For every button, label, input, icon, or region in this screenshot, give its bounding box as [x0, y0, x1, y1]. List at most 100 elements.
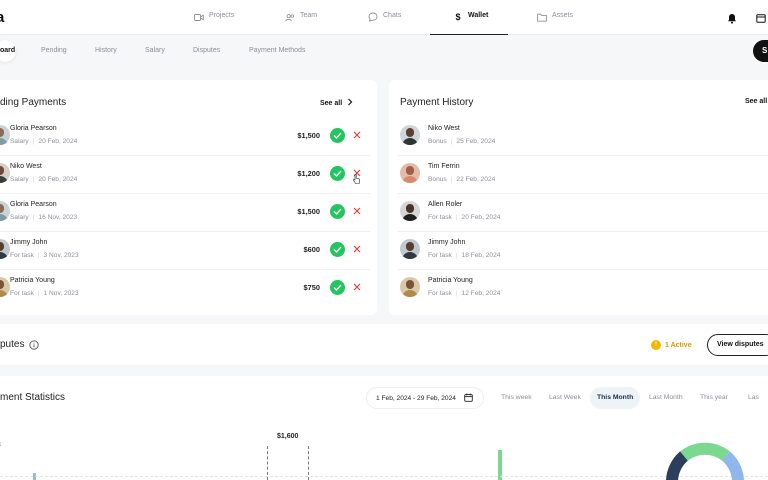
app-logo: a — [0, 9, 5, 26]
subtab-dashboard-label[interactable]: oard — [0, 47, 15, 54]
active-badge-label: 1 Active — [665, 341, 692, 349]
dollar-icon: $ — [455, 12, 461, 22]
payment-date: 1 Nov, 2023 — [43, 290, 79, 297]
coin-icon: ! — [651, 340, 661, 350]
primary-action-button[interactable]: S — [753, 40, 768, 62]
list-item: Gloria Pearson Salary | 16 Nov, 2023 $1,50… — [0, 193, 377, 230]
payment-type: Salary — [10, 138, 29, 145]
nav-team[interactable]: Team — [285, 12, 317, 35]
info-icon[interactable] — [29, 340, 39, 352]
approve-button[interactable] — [330, 128, 345, 143]
period-this-year[interactable]: This year — [700, 394, 728, 401]
payment-date: 16 Nov, 2023 — [38, 214, 78, 221]
check-icon — [333, 132, 342, 139]
calendar-icon — [464, 393, 473, 404]
period-this-month[interactable]: This Month — [597, 394, 633, 401]
disputes-title: putes — [0, 339, 25, 350]
subtab-pending[interactable]: Pending — [41, 47, 67, 54]
pending-payments-title: ding Payments — [0, 97, 67, 108]
check-icon — [333, 170, 342, 177]
payment-type: Salary — [10, 176, 29, 183]
list-item: Allen Roler For task | 20 Feb, 2024 — [390, 193, 768, 230]
payment-history-title: Payment History — [400, 97, 474, 108]
period-last-week[interactable]: Last Week — [549, 394, 581, 401]
subtab-disputes[interactable]: Disputes — [193, 47, 220, 54]
payment-meta: Salary | 20 Feb, 2024 — [10, 138, 78, 145]
nav-chats-label: Chats — [383, 12, 402, 19]
payment-date: 20 Feb, 2024 — [461, 214, 501, 221]
payment-type: Bonus — [428, 138, 447, 145]
nav-wallet[interactable]: $ Wallet — [430, 12, 508, 35]
approve-button[interactable] — [330, 242, 345, 257]
payee-name: Patricia Young — [10, 277, 55, 284]
payment-type: For task — [428, 214, 452, 221]
team-icon — [285, 12, 295, 22]
avatar — [0, 277, 10, 297]
list-item: Patricia Young For task | 12 Feb, 2024 — [390, 269, 768, 306]
payment-meta: For task | 1 Nov, 2023 — [10, 290, 79, 297]
see-all-label: See all — [320, 99, 343, 107]
chart-hover-range — [267, 446, 309, 480]
reject-button[interactable] — [352, 130, 362, 140]
reject-button[interactable] — [352, 206, 362, 216]
view-disputes-button[interactable]: View disputes — [707, 334, 768, 356]
payment-meta: Salary | 16 Nov, 2023 — [10, 214, 78, 221]
payment-meta: For task | 3 Nov, 2023 — [10, 252, 79, 259]
payee-name: Niko West — [10, 163, 42, 170]
payment-type: For task — [10, 290, 34, 297]
payment-amount: $1,200 — [297, 169, 320, 178]
avatar — [400, 239, 420, 259]
payee-name: Jimmy John — [428, 239, 466, 246]
payee-name: Allen Roler — [428, 201, 463, 208]
approve-button[interactable] — [330, 166, 345, 181]
nav-team-label: Team — [300, 12, 318, 19]
date-range-picker[interactable]: 1 Feb, 2024 - 29 Feb, 2024 — [366, 387, 484, 409]
bell-icon[interactable] — [726, 12, 738, 24]
payment-type: For task — [428, 252, 452, 259]
date-range-label: 1 Feb, 2024 - 29 Feb, 2024 — [376, 394, 456, 402]
history-see-all-link[interactable]: See all — [745, 98, 767, 105]
approve-button[interactable] — [330, 280, 345, 295]
subtab-payment-methods[interactable]: Payment Methods — [249, 47, 305, 54]
nav-projects-label: Projects — [209, 12, 235, 19]
reject-button[interactable] — [352, 244, 362, 254]
payment-meta: For task | 20 Feb, 2024 — [428, 214, 501, 221]
avatar — [0, 201, 10, 221]
close-icon — [353, 283, 361, 291]
payment-meta: Bonus | 22 Feb, 2024 — [428, 176, 496, 183]
active-disputes-badge: ! 1 Active — [651, 337, 692, 353]
payment-date: 20 Feb, 2024 — [38, 138, 78, 145]
period-this-week[interactable]: This week — [501, 394, 532, 401]
nav-chats[interactable]: Chats — [368, 12, 401, 35]
list-item: Jimmy John For task | 18 Feb, 2024 — [390, 231, 768, 268]
video-icon — [194, 12, 204, 22]
avatar — [0, 163, 10, 183]
chart-gridline — [0, 476, 768, 477]
subtab-salary[interactable]: Salary — [145, 47, 165, 54]
check-icon — [333, 284, 342, 291]
avatar — [400, 163, 420, 183]
payment-meta: Bonus | 25 Feb, 2024 — [428, 138, 496, 145]
folder-icon — [537, 12, 547, 22]
reject-button[interactable] — [352, 282, 362, 292]
period-last-year[interactable]: Las — [748, 394, 759, 401]
list-item: Tim Ferrin Bonus | 22 Feb, 2024 — [390, 155, 768, 192]
pending-see-all-link[interactable]: See all — [320, 98, 353, 108]
list-item: Niko West Bonus | 25 Feb, 2024 — [390, 117, 768, 154]
calendar-icon[interactable] — [755, 12, 767, 24]
nav-projects[interactable]: Projects — [194, 12, 234, 35]
avatar — [0, 125, 10, 145]
check-icon — [333, 246, 342, 253]
payment-date: 20 Feb, 2024 — [38, 176, 78, 183]
chevron-right-icon — [347, 98, 353, 108]
payment-date: 25 Feb, 2024 — [456, 138, 496, 145]
payment-type: Bonus — [428, 176, 447, 183]
payment-date: 22 Feb, 2024 — [456, 176, 496, 183]
nav-assets[interactable]: Assets — [537, 12, 573, 35]
approve-button[interactable] — [330, 204, 345, 219]
payment-meta: Salary | 20 Feb, 2024 — [10, 176, 78, 183]
payment-date: 18 Feb, 2024 — [461, 252, 501, 259]
list-item: Patricia Young For task | 1 Nov, 2023 $750 — [0, 269, 377, 306]
period-last-month[interactable]: Last Month — [649, 394, 683, 401]
subtab-history[interactable]: History — [95, 47, 117, 54]
